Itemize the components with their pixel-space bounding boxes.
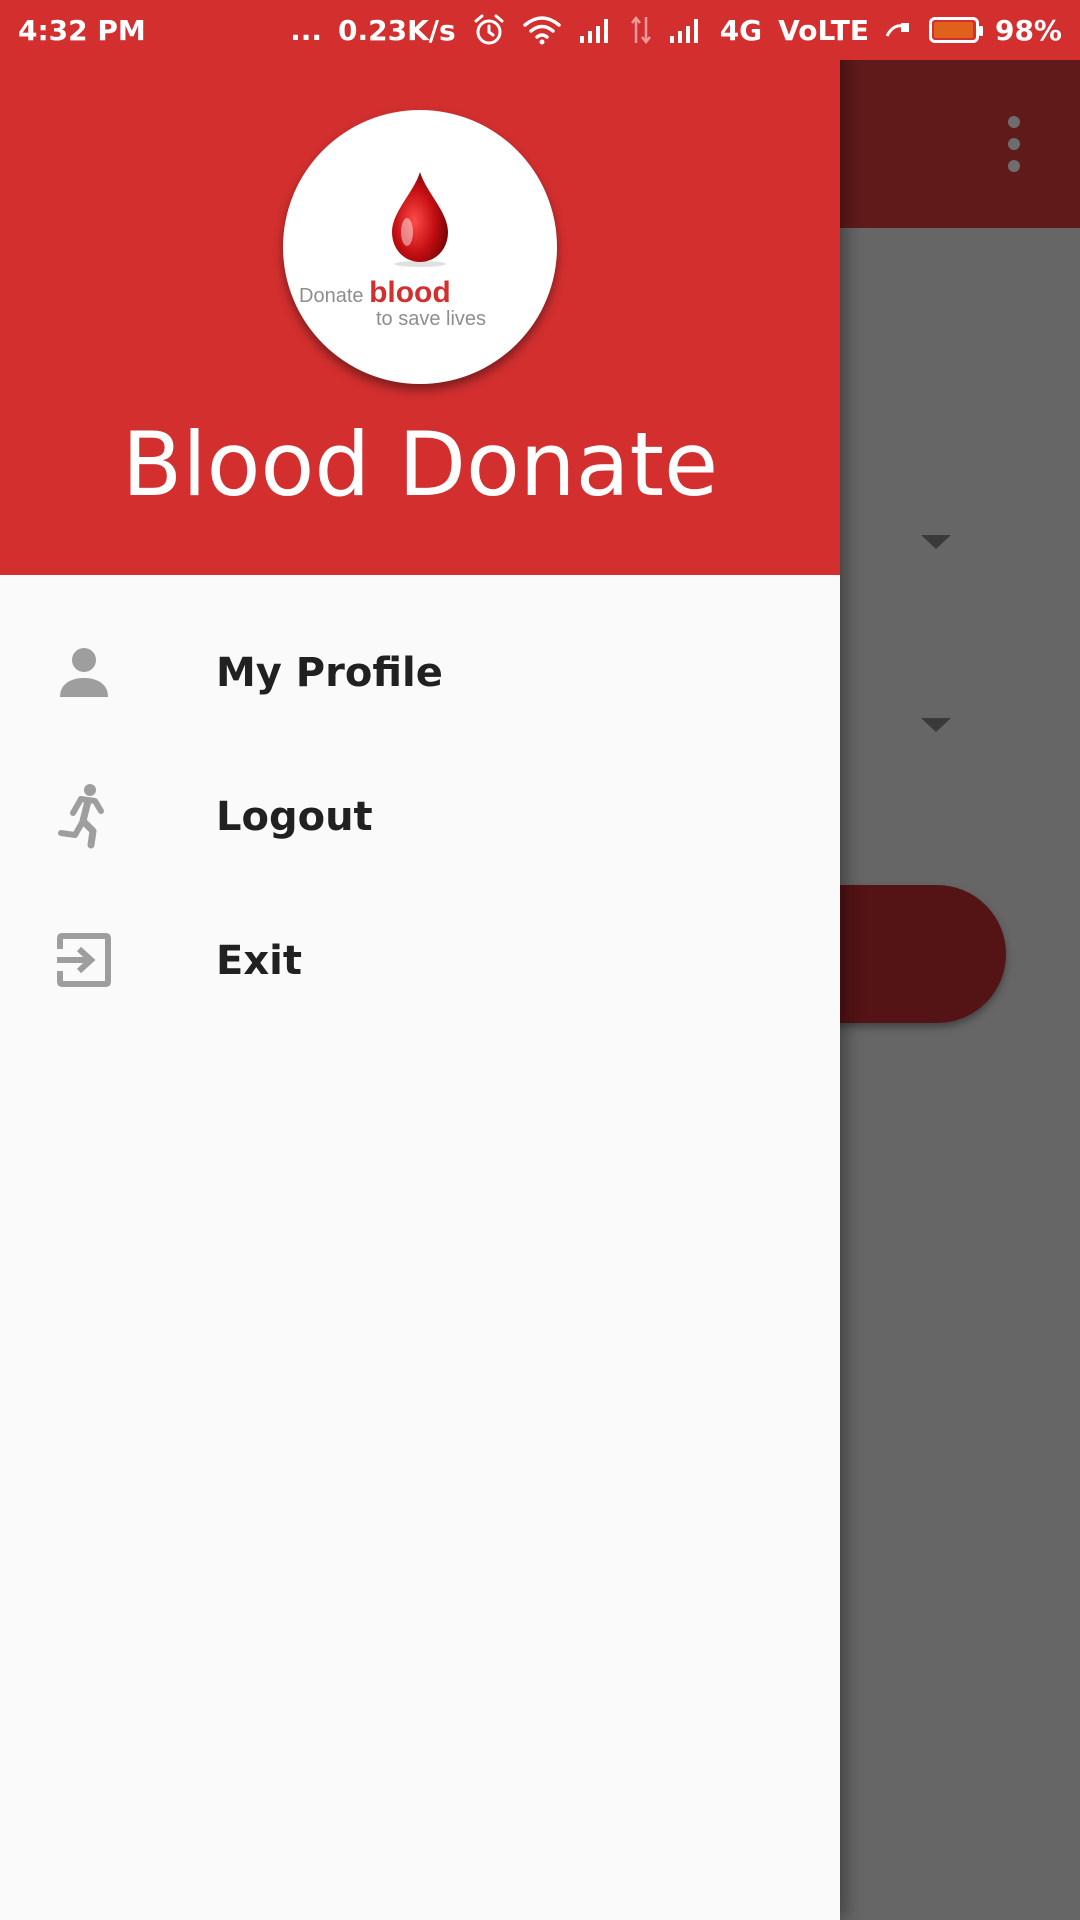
data-transfer-icon xyxy=(630,15,652,45)
app-title: Blood Donate xyxy=(121,413,719,516)
drawer-item-logout[interactable]: Logout xyxy=(0,744,840,888)
navigation-drawer: Donate blood to save lives Blood Donate … xyxy=(0,0,840,1920)
status-icons: ... 0.23K/s 4G VoLTE 98% xyxy=(290,10,1062,50)
drawer-item-label: Logout xyxy=(216,794,373,840)
battery-percent: 98% xyxy=(994,13,1062,47)
screen: 4:32 PM ... 0.23K/s 4G VoLTE 98% Donate … xyxy=(0,0,1080,1920)
logo-text-line2: to save lives xyxy=(376,308,487,330)
network-type: 4G xyxy=(719,13,763,47)
alarm-icon xyxy=(472,13,506,47)
exit-icon xyxy=(52,928,116,992)
battery-fill xyxy=(933,22,974,38)
battery-icon xyxy=(928,17,983,43)
charging-plug-icon xyxy=(885,20,913,40)
signal-icon xyxy=(668,16,704,44)
dropdown-arrow-icon[interactable] xyxy=(921,718,951,732)
drawer-item-my-profile[interactable]: My Profile xyxy=(0,600,840,744)
app-logo: Donate blood to save lives xyxy=(283,110,557,384)
running-person-icon xyxy=(52,784,116,849)
drawer-item-label: Exit xyxy=(216,938,302,984)
blood-drop-icon xyxy=(392,172,448,267)
overflow-menu-icon[interactable] xyxy=(1004,116,1024,172)
signal-icon xyxy=(578,16,614,44)
drawer-item-label: My Profile xyxy=(216,650,443,696)
drawer-item-exit[interactable]: Exit xyxy=(0,888,840,1032)
network-speed: 0.23K/s xyxy=(338,13,456,47)
status-bar: 4:32 PM ... 0.23K/s 4G VoLTE 98% xyxy=(0,0,1080,60)
drawer-header: Donate blood to save lives Blood Donate xyxy=(0,0,840,575)
person-icon xyxy=(52,640,116,704)
volte-label: VoLTE xyxy=(778,13,869,47)
status-time: 4:32 PM xyxy=(18,14,146,47)
drawer-menu: My Profile Logout Exit xyxy=(0,600,840,1032)
logo-text-line1: Donate blood xyxy=(299,276,451,309)
wifi-icon xyxy=(522,14,562,46)
dropdown-arrow-icon[interactable] xyxy=(921,535,951,549)
status-more-dots: ... xyxy=(290,13,322,47)
